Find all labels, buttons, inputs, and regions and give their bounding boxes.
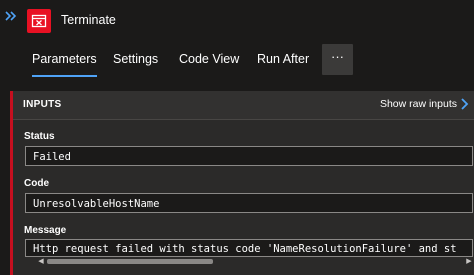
scroll-right-icon[interactable]: ▶ — [465, 257, 473, 266]
terminate-action-details: Terminate Parameters Settings Code View … — [0, 0, 474, 275]
show-raw-inputs-link[interactable]: Show raw inputs — [380, 98, 457, 110]
code-value[interactable]: UnresolvableHostName — [25, 193, 473, 213]
message-value[interactable]: Http request failed with status code 'Na… — [25, 239, 473, 257]
status-label: Status — [24, 131, 55, 142]
horizontal-scrollbar[interactable]: ◀ ▶ — [37, 257, 473, 266]
message-label: Message — [24, 225, 67, 236]
tab-code-view[interactable]: Code View — [179, 44, 239, 75]
action-title: Terminate — [61, 13, 116, 27]
double-chevron-right-icon[interactable] — [5, 9, 17, 23]
more-options-button[interactable]: ··· — [322, 44, 353, 75]
code-label: Code — [24, 178, 49, 189]
tab-run-after[interactable]: Run After — [257, 44, 309, 75]
status-value[interactable]: Failed — [25, 146, 473, 166]
tab-settings[interactable]: Settings — [113, 44, 158, 75]
tab-parameters[interactable]: Parameters — [32, 44, 97, 77]
inputs-panel: INPUTS Show raw inputs Status Failed Cod… — [10, 91, 474, 275]
inputs-panel-header[interactable]: INPUTS Show raw inputs — [13, 91, 474, 120]
scroll-left-icon[interactable]: ◀ — [37, 257, 45, 266]
chevron-right-icon[interactable] — [460, 97, 470, 111]
scroll-thumb[interactable] — [47, 259, 213, 264]
terminate-icon — [27, 9, 51, 33]
inputs-title: INPUTS — [23, 99, 62, 110]
